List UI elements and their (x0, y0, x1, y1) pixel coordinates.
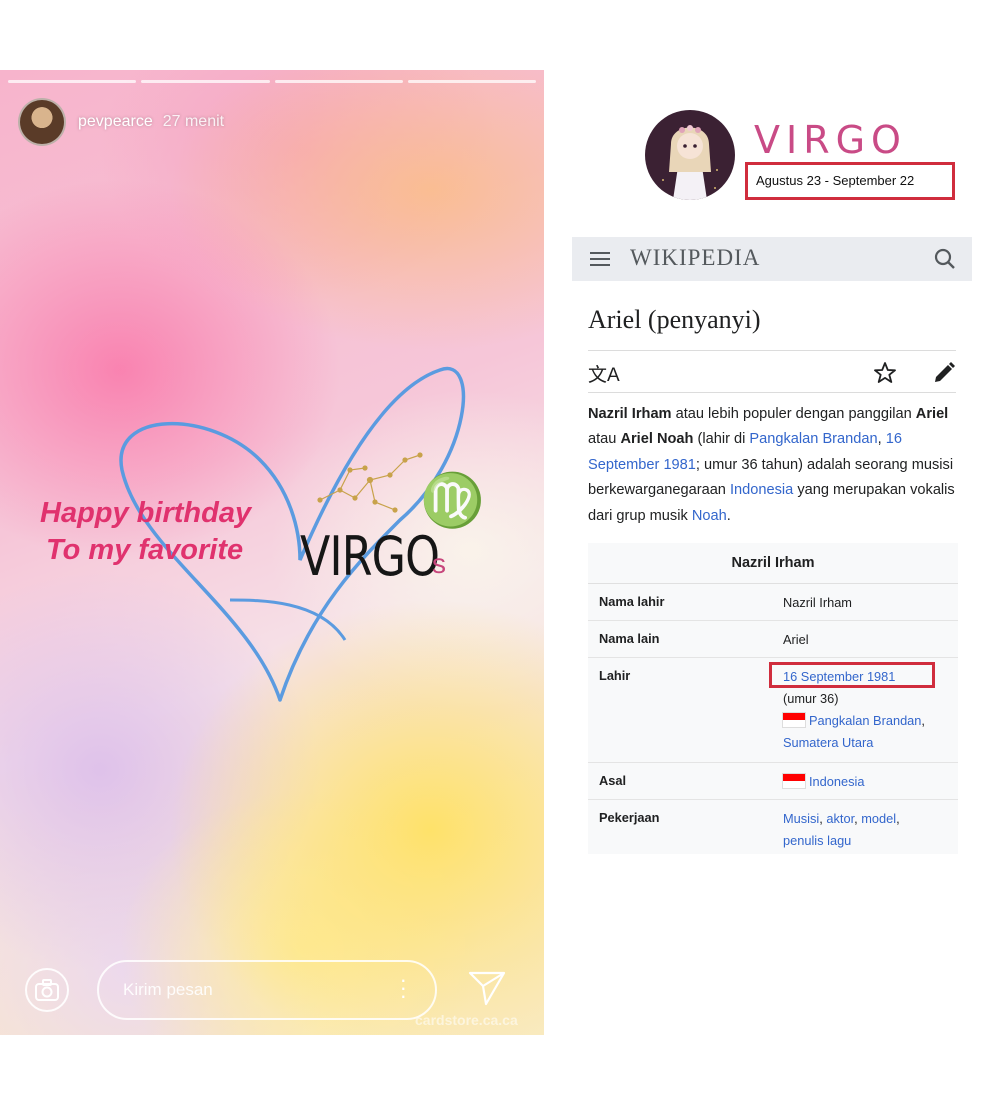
virgo-avatar (645, 110, 735, 200)
infobox-row: Nama lahir Nazril Irham (588, 584, 958, 621)
story-time: 27 menit (162, 113, 225, 130)
subject-name: Nazril Irham (588, 406, 672, 422)
story-username[interactable]: pevpearce (78, 113, 153, 131)
intro-text: (lahir di (693, 431, 750, 448)
story-header: pevpearce 27 menit (18, 98, 224, 146)
article-title: Ariel (penyanyi) (588, 305, 761, 334)
intro-text: . (726, 507, 731, 524)
intro-text: atau lebih populer dengan panggilan (671, 406, 916, 422)
infobox-label: Lahir (599, 668, 631, 683)
intro-text: atau (588, 431, 621, 448)
infobox-value: Ariel (783, 632, 809, 647)
virgo-sticker-suffix: s (432, 548, 446, 579)
indonesia-flag-icon (783, 713, 805, 727)
progress-segment (407, 80, 536, 83)
birthday-greeting: Happy birthday To my favorite (40, 495, 251, 569)
progress-segment (8, 80, 137, 83)
hamburger-menu-icon[interactable] (590, 251, 610, 267)
infobox-value: Nazril Irham (783, 595, 852, 610)
story-progress-bar (8, 80, 536, 83)
infobox-label: Nama lahir (599, 594, 665, 609)
virgo-title: VIRGO (754, 118, 907, 162)
infobox: Nazril Irham Nama lahir Nazril Irham Nam… (588, 543, 958, 854)
virgo-girl-illustration-icon (662, 125, 718, 200)
infobox-label: Nama lain (599, 631, 660, 646)
virgo-date-range: Agustus 23 - September 22 (745, 162, 955, 200)
infobox-row: Asal Indonesia (588, 763, 958, 800)
birthdate-highlight-box (769, 662, 935, 688)
article-intro: Nazril Irham atau lebih populer dengan p… (588, 402, 960, 529)
nickname: Ariel (915, 406, 949, 422)
send-icon[interactable] (468, 970, 506, 1006)
avatar[interactable] (18, 98, 66, 146)
indonesia-flag-icon (783, 774, 805, 788)
age-text: (umur 36) (783, 691, 839, 706)
camera-icon (35, 979, 59, 1001)
divider (588, 392, 956, 393)
instagram-story: pevpearce 27 menit ♍ Happy birthday To m… (0, 70, 544, 1035)
job-link[interactable]: aktor (826, 811, 854, 826)
band-link[interactable]: Noah (692, 508, 727, 524)
infobox-label: Pekerjaan (599, 810, 660, 825)
wikipedia-logo[interactable]: WIKIPEDIA (630, 245, 760, 271)
camera-button[interactable] (25, 968, 69, 1012)
country-link[interactable]: Indonesia (730, 482, 793, 498)
birthplace-link[interactable]: Pangkalan Brandan (809, 713, 921, 728)
job-link[interactable]: penulis lagu (783, 833, 851, 848)
infobox-row: Nama lain Ariel (588, 621, 958, 658)
province-link[interactable]: Sumatera Utara (783, 735, 873, 750)
more-icon[interactable]: · · · (400, 969, 407, 1007)
watermark: cardstore.ca.ca (415, 1012, 518, 1028)
infobox-title: Nazril Irham (588, 543, 958, 584)
search-icon[interactable] (934, 248, 956, 270)
story-footer: Kirim pesan · · · cardstore.ca.ca (0, 950, 544, 1028)
greeting-line-1: Happy birthday (40, 497, 252, 529)
virgo-constellation-icon (317, 452, 423, 513)
job-link[interactable]: Musisi (783, 811, 819, 826)
infobox-row: Pekerjaan Musisi, aktor, model, penulis … (588, 800, 958, 854)
edit-pencil-icon[interactable] (932, 361, 956, 385)
progress-segment (274, 80, 403, 83)
progress-segment (141, 80, 270, 83)
virgo-zodiac-icon: ♍ (420, 471, 485, 531)
country-link[interactable]: Indonesia (809, 774, 865, 789)
job-link[interactable]: model (861, 811, 896, 826)
virgo-sticker-text: VIRGO (300, 525, 440, 588)
article-toolbar: 文A (588, 360, 956, 388)
star-icon[interactable] (873, 361, 897, 385)
nickname-2: Ariel Noah (620, 431, 694, 448)
infobox-value: Indonesia (783, 771, 865, 793)
birthplace-link[interactable]: Pangkalan Brandan (749, 431, 877, 447)
divider (588, 350, 956, 351)
message-placeholder: Kirim pesan (123, 980, 213, 999)
greeting-line-2: To my favorite (46, 534, 244, 566)
wikipedia-header: WIKIPEDIA (572, 237, 972, 281)
infobox-value: Musisi, aktor, model, penulis lagu (783, 811, 900, 848)
message-input[interactable]: Kirim pesan · · · (97, 960, 437, 1020)
intro-text: , (877, 431, 886, 448)
infobox-label: Asal (599, 773, 627, 788)
language-icon[interactable]: 文A (588, 360, 620, 387)
